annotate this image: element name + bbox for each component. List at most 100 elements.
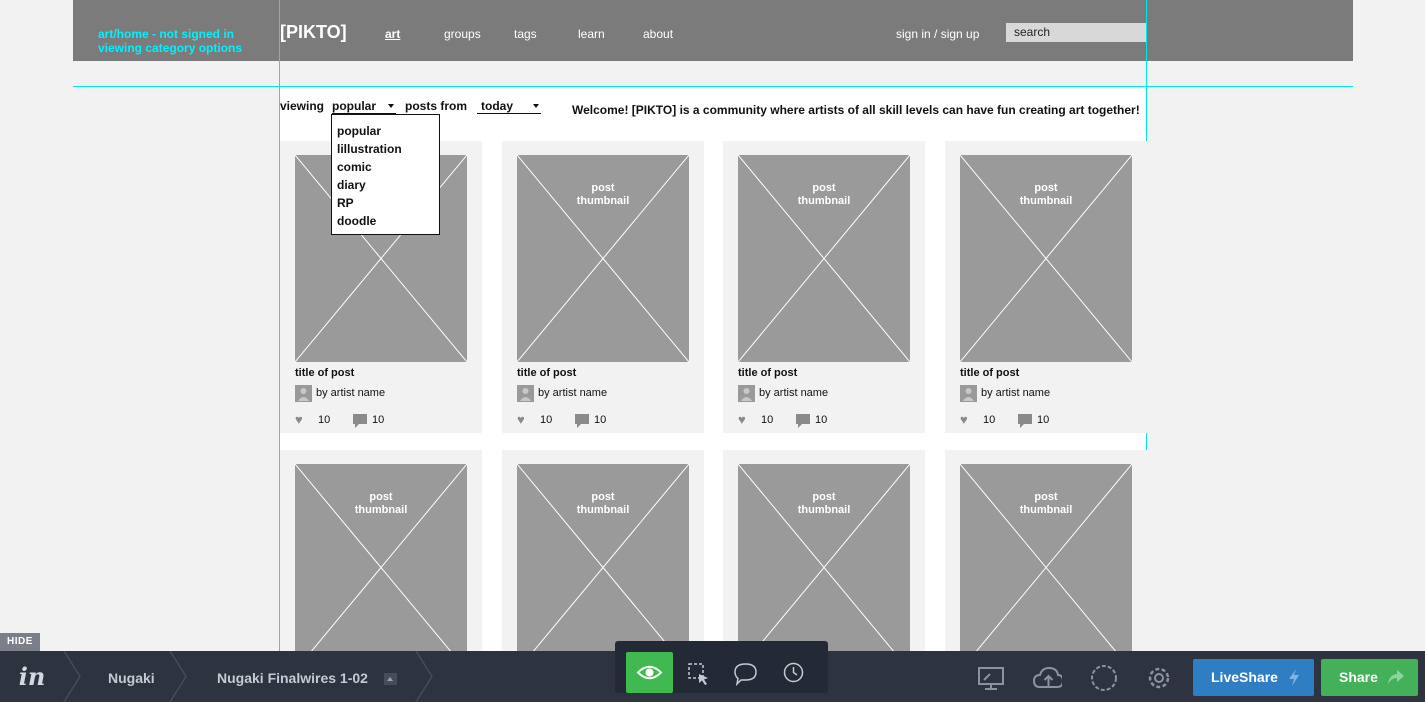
site-logo[interactable]: [PIKTO]	[280, 22, 347, 43]
nav-art[interactable]: art	[385, 27, 400, 41]
comment-icon[interactable]	[353, 414, 367, 428]
annotation-line-2: viewing category options	[98, 41, 243, 55]
search-input[interactable]: search	[1006, 23, 1146, 42]
build-mode-button[interactable]	[675, 652, 722, 693]
thumbnail-label-line-1: post	[591, 182, 615, 194]
like-count: 10	[761, 414, 774, 426]
guide-line-horizontal	[73, 86, 1353, 87]
breadcrumb-project[interactable]: Nugaki	[108, 651, 155, 702]
category-dropdown-menu: popular lillustration comic diary RP doo…	[331, 114, 440, 235]
clock-icon	[783, 662, 804, 683]
category-option-popular[interactable]: popular	[332, 122, 439, 140]
caret-down-icon	[388, 104, 394, 108]
category-option-diary[interactable]: diary	[332, 176, 439, 194]
period-selected: today	[481, 99, 514, 113]
post-card[interactable]: post thumbnail	[945, 450, 1147, 671]
post-thumbnail[interactable]: post thumbnail	[738, 464, 910, 671]
thumbnail-label-line-1: post	[812, 491, 836, 503]
avatar[interactable]	[960, 385, 977, 402]
nav-about[interactable]: about	[643, 27, 673, 41]
cloud-upload-icon[interactable]	[1032, 663, 1062, 693]
thumbnail-label-line-2: thumbnail	[797, 195, 851, 207]
breadcrumb-chevron-icon	[415, 651, 433, 702]
avatar[interactable]	[738, 385, 755, 402]
artist-name[interactable]: by artist name	[759, 387, 828, 399]
post-thumbnail[interactable]: post thumbnail	[295, 464, 467, 671]
thumbnail-label-line-1: post	[369, 491, 393, 503]
post-title[interactable]: title of post	[960, 367, 1019, 379]
nav-groups[interactable]: groups	[444, 27, 481, 41]
breadcrumb-chevron-icon	[169, 651, 187, 702]
hotspot-circle-icon[interactable]	[1089, 663, 1119, 693]
comment-icon[interactable]	[1018, 414, 1032, 428]
annotation-line-1: art/home - not signed in	[98, 27, 235, 41]
like-count: 10	[318, 414, 331, 426]
artist-name[interactable]: by artist name	[981, 387, 1050, 399]
thumbnail-label: post thumbnail	[517, 182, 689, 208]
post-thumbnail[interactable]: post thumbnail	[517, 155, 689, 362]
period-select[interactable]: today	[477, 99, 541, 114]
liveshare-button[interactable]: LiveShare	[1193, 659, 1314, 696]
share-arrow-icon	[1388, 670, 1404, 684]
breadcrumb-screen[interactable]: Nugaki Finalwires 1-02	[217, 651, 368, 702]
category-option-illustration[interactable]: lillustration	[332, 140, 439, 158]
heart-icon[interactable]: ♥	[960, 413, 968, 426]
history-mode-button[interactable]	[770, 652, 817, 693]
thumbnail-label-line-2: thumbnail	[354, 504, 408, 516]
heart-icon[interactable]: ♥	[738, 413, 746, 426]
post-card[interactable]: post thumbnail title of post by artist na…	[502, 141, 704, 433]
heart-icon[interactable]: ♥	[517, 413, 525, 426]
gear-icon[interactable]	[1144, 663, 1174, 693]
post-card[interactable]: post thumbnail title of post by artist na…	[945, 141, 1147, 433]
wireframe-annotation: art/home - not signed in viewing categor…	[98, 27, 242, 55]
category-option-rp[interactable]: RP	[332, 194, 439, 212]
post-title[interactable]: title of post	[295, 367, 354, 379]
nav-tags[interactable]: tags	[514, 27, 537, 41]
post-title[interactable]: title of post	[738, 367, 797, 379]
post-card[interactable]: post thumbnail title of post by artist na…	[723, 141, 925, 433]
post-card[interactable]: post thumbnail	[723, 450, 925, 671]
comment-icon[interactable]	[796, 414, 810, 428]
category-selected: popular	[332, 99, 376, 113]
comment-count: 10	[1037, 414, 1050, 426]
nav-learn[interactable]: learn	[578, 27, 605, 41]
comment-icon[interactable]	[575, 414, 589, 428]
post-thumbnail[interactable]: post thumbnail	[517, 464, 689, 671]
artist-name[interactable]: by artist name	[316, 387, 385, 399]
viewing-label: viewing	[280, 99, 325, 113]
like-count: 10	[983, 414, 996, 426]
breadcrumb-chevron-icon	[63, 651, 81, 702]
thumbnail-label: post thumbnail	[960, 182, 1132, 208]
eye-icon	[636, 665, 663, 680]
comment-count: 10	[594, 414, 607, 426]
hide-toolbar-button[interactable]: HIDE	[0, 633, 40, 651]
heart-icon[interactable]: ♥	[295, 413, 303, 426]
share-button[interactable]: Share	[1321, 659, 1418, 696]
screen-menu-caret-icon[interactable]	[384, 673, 397, 685]
post-title[interactable]: title of post	[517, 367, 576, 379]
comment-mode-button[interactable]	[722, 652, 769, 693]
category-option-comic[interactable]: comic	[332, 158, 439, 176]
category-select[interactable]: popular	[332, 99, 396, 114]
signin-link[interactable]: sign in / sign up	[896, 27, 979, 41]
post-card[interactable]: post thumbnail	[502, 450, 704, 671]
post-thumbnail[interactable]: post thumbnail	[960, 155, 1132, 362]
invision-logo[interactable]: in	[0, 651, 64, 702]
thumbnail-label-line-1: post	[591, 491, 615, 503]
thumbnail-label-line-2: thumbnail	[576, 504, 630, 516]
preview-mode-button[interactable]	[626, 652, 673, 693]
category-option-doodle[interactable]: doodle	[332, 212, 439, 230]
mode-toolgroup	[615, 641, 828, 693]
post-thumbnail[interactable]: post thumbnail	[960, 464, 1132, 671]
avatar[interactable]	[295, 385, 312, 402]
thumbnail-label-line-2: thumbnail	[576, 195, 630, 207]
thumbnail-label-line-1: post	[1034, 491, 1058, 503]
post-thumbnail[interactable]: post thumbnail	[738, 155, 910, 362]
artist-name[interactable]: by artist name	[538, 387, 607, 399]
welcome-message: Welcome! [PIKTO] is a community where ar…	[572, 103, 1140, 117]
like-count: 10	[540, 414, 553, 426]
caret-down-icon	[533, 104, 539, 108]
post-card[interactable]: post thumbnail	[280, 450, 482, 671]
device-frame-icon[interactable]	[976, 663, 1006, 693]
avatar[interactable]	[517, 385, 534, 402]
